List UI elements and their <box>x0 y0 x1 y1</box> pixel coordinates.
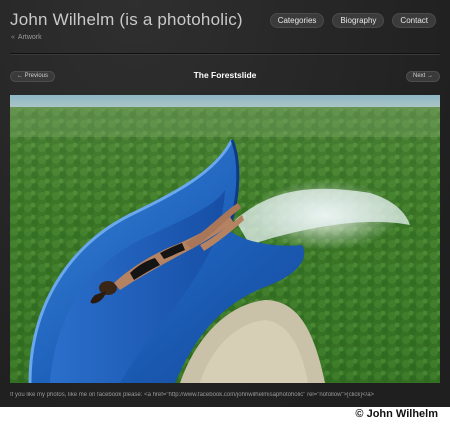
breadcrumb-artwork-link[interactable]: Artwork <box>18 34 42 41</box>
copyright-notice: © John Wilhelm <box>355 408 438 420</box>
nav-contact-button[interactable]: Contact <box>392 13 436 28</box>
photo[interactable] <box>10 95 440 383</box>
footer-facebook-text: If you like my photos, like me on facebo… <box>10 392 375 398</box>
main-nav: Categories Biography Contact <box>269 13 436 28</box>
breadcrumb[interactable]: « Artwork <box>11 34 42 41</box>
photo-image <box>10 95 440 383</box>
next-button[interactable]: Next → <box>405 71 440 82</box>
header-divider <box>10 53 440 55</box>
page-background: John Wilhelm (is a photoholic) Categorie… <box>0 0 450 407</box>
back-arrow-icon: « <box>11 34 15 41</box>
photo-title: The Forestslide <box>193 70 257 80</box>
nav-categories-button[interactable]: Categories <box>269 13 325 28</box>
nav-biography-button[interactable]: Biography <box>332 13 385 28</box>
site-title[interactable]: John Wilhelm (is a photoholic) <box>10 10 243 30</box>
